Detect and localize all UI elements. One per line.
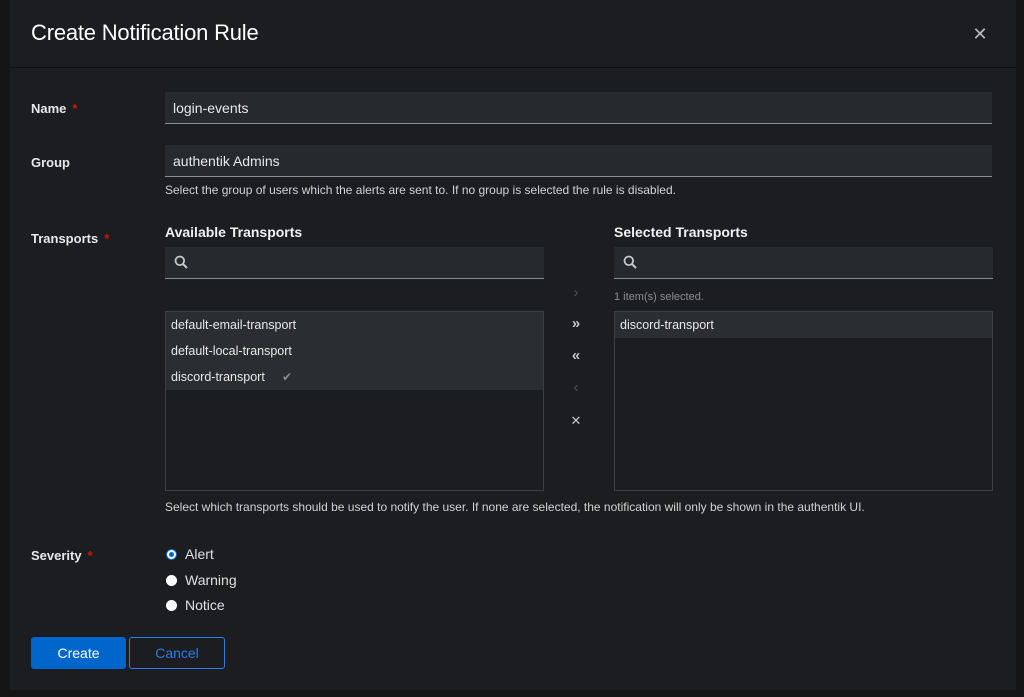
transports-label: Transports * bbox=[31, 231, 109, 246]
available-transports-title: Available Transports bbox=[165, 224, 303, 240]
transport-label: default-local-transport bbox=[171, 344, 292, 358]
clear-selection-icon[interactable]: ✕ bbox=[566, 411, 586, 431]
radio-label: Alert bbox=[185, 546, 214, 562]
selected-transports-search[interactable] bbox=[614, 247, 993, 279]
severity-option-warning[interactable]: Warning bbox=[166, 570, 237, 590]
create-button[interactable]: Create bbox=[31, 637, 126, 669]
radio-label: Warning bbox=[185, 572, 237, 588]
transports-label-text: Transports bbox=[31, 231, 99, 246]
close-icon[interactable]: ✕ bbox=[972, 25, 988, 43]
group-label: Group bbox=[31, 155, 70, 170]
radio-label: Notice bbox=[185, 597, 225, 613]
group-input[interactable] bbox=[165, 145, 992, 177]
list-item[interactable]: default-email-transport bbox=[166, 312, 543, 338]
severity-required-mark: * bbox=[87, 548, 93, 563]
selected-transports-list[interactable]: discord-transport bbox=[614, 311, 993, 491]
remove-all-button[interactable]: « bbox=[566, 346, 586, 366]
add-all-button[interactable]: » bbox=[566, 314, 586, 334]
search-icon bbox=[623, 255, 637, 269]
severity-option-notice[interactable]: Notice bbox=[166, 595, 225, 615]
name-label: Name * bbox=[31, 101, 77, 116]
list-item[interactable]: default-local-transport bbox=[166, 338, 543, 364]
severity-label: Severity * bbox=[31, 548, 93, 563]
radio-notice[interactable] bbox=[166, 599, 177, 611]
search-icon bbox=[174, 255, 188, 269]
list-item[interactable]: discord-transport bbox=[615, 312, 992, 338]
cancel-button[interactable]: Cancel bbox=[129, 637, 225, 669]
selection-status: 1 item(s) selected. bbox=[614, 291, 704, 303]
name-required-mark: * bbox=[72, 101, 78, 116]
header-divider bbox=[10, 67, 1016, 68]
selected-transports-title: Selected Transports bbox=[614, 224, 748, 240]
transports-required-mark: * bbox=[104, 231, 110, 246]
name-input[interactable] bbox=[165, 92, 992, 124]
transports-helper-text: Select which transports should be used t… bbox=[165, 500, 865, 514]
check-icon: ✔ bbox=[282, 370, 293, 384]
group-helper-text: Select the group of users which the aler… bbox=[165, 183, 676, 197]
remove-selected-button[interactable]: ‹ bbox=[566, 378, 586, 398]
modal-title: Create Notification Rule bbox=[31, 20, 259, 45]
create-notification-rule-modal: Create Notification Rule ✕ Name * Group S… bbox=[10, 0, 1016, 690]
available-transports-list[interactable]: default-email-transport default-local-tr… bbox=[165, 311, 544, 491]
add-selected-button[interactable]: › bbox=[566, 283, 586, 303]
list-item[interactable]: discord-transport ✔ bbox=[166, 364, 543, 390]
severity-label-text: Severity bbox=[31, 548, 82, 563]
transport-label: discord-transport bbox=[171, 370, 265, 384]
selected-search-input[interactable] bbox=[644, 247, 984, 278]
radio-warning[interactable] bbox=[166, 574, 177, 586]
transport-label: discord-transport bbox=[620, 318, 714, 332]
available-search-input[interactable] bbox=[195, 247, 535, 278]
transport-label: default-email-transport bbox=[171, 318, 297, 332]
available-transports-search[interactable] bbox=[165, 247, 544, 279]
name-label-text: Name bbox=[31, 101, 67, 116]
severity-option-alert[interactable]: Alert bbox=[166, 544, 214, 564]
radio-alert[interactable] bbox=[166, 548, 177, 560]
